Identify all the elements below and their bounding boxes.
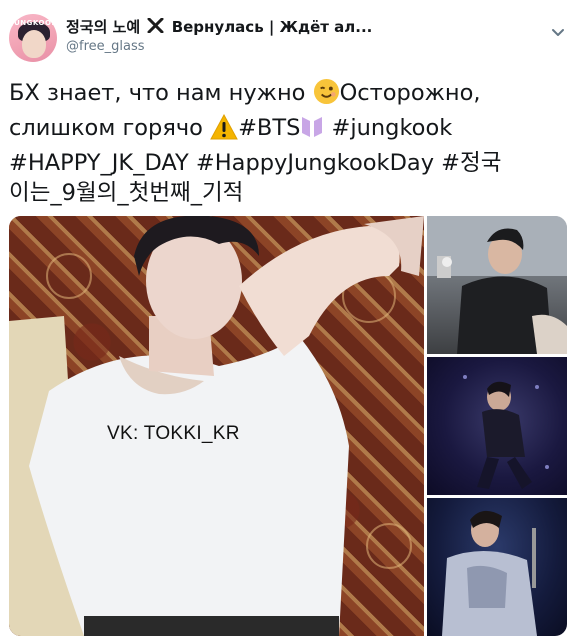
display-name[interactable]: 정국의 노예 Вернулась | Ждёт ал...: [66, 16, 372, 37]
hashtag-bts[interactable]: #BTS: [238, 115, 300, 141]
main-photo[interactable]: VK: TOKKI_KR: [9, 216, 424, 636]
display-name-part1: 정국의 노예: [66, 18, 141, 36]
avatar[interactable]: JUNGKOOK: [9, 14, 57, 62]
tweet-line-4[interactable]: 이는_9월의_첫번째_기적: [9, 178, 569, 208]
tweet-line-3[interactable]: #HAPPY_JK_DAY #HappyJungkookDay #정국: [9, 148, 569, 178]
side-photo-2[interactable]: [427, 357, 567, 495]
avatar-text: JUNGKOOK: [11, 19, 57, 27]
tweet-line-1: БХ знает, что нам нужно Осторожно,: [9, 78, 569, 113]
tweet-line2-a: слишком горячо: [9, 115, 211, 141]
bts-logo-emoji: [300, 114, 324, 148]
x-mark-icon: [147, 17, 169, 36]
tweet-line-2: слишком горячо #BTS #jungkook: [9, 113, 569, 148]
winking-face-emoji: [313, 78, 340, 113]
avatar-face: [22, 30, 46, 58]
tweet: JUNGKOOK 정국의 노예 Вернулась | Ждёт ал... @…: [0, 0, 576, 644]
tweet-line1-a: БХ знает, что нам нужно: [9, 80, 313, 106]
photo-watermark: VK: TOKKI_KR: [107, 423, 240, 444]
username[interactable]: @free_glass: [66, 39, 145, 54]
side-photo-1[interactable]: [427, 216, 567, 354]
side-photo-3[interactable]: [427, 498, 567, 636]
hashtag-jungkook[interactable]: #jungkook: [324, 115, 453, 141]
tweet-line1-b: Осторожно,: [339, 80, 481, 106]
media-grid: VK: TOKKI_KR: [9, 216, 567, 636]
warning-emoji: [210, 113, 238, 148]
chevron-down-icon[interactable]: [550, 24, 566, 40]
display-name-part2: Вернулась | Ждёт ал...: [171, 18, 373, 36]
tweet-text: БХ знает, что нам нужно Осторожно, слишк…: [9, 78, 569, 208]
